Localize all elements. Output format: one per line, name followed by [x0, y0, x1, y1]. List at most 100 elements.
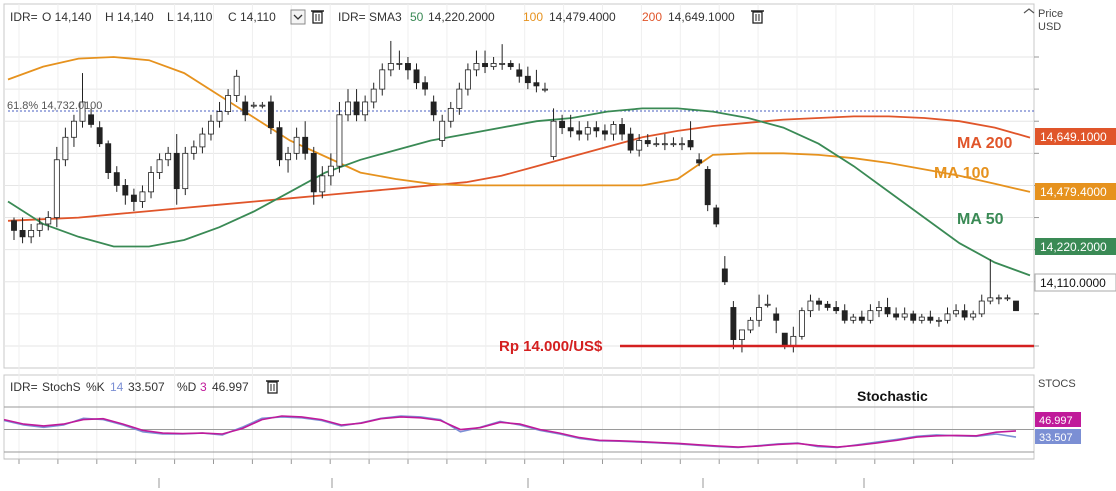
high-label: H 14,140	[105, 10, 154, 24]
stoch-d-line	[3, 415, 1017, 448]
candle-body	[910, 313, 917, 321]
close-price-tag-text: 14,110.0000	[1040, 276, 1106, 290]
candle-body	[208, 120, 214, 135]
candle-body	[464, 69, 471, 90]
candle-body	[173, 152, 180, 190]
candle-body	[276, 127, 283, 161]
candle-body	[790, 335, 797, 347]
fib-label: 61.8% 14,732.0100	[7, 100, 102, 112]
candle-body	[190, 146, 197, 154]
candle-body	[627, 133, 634, 151]
ma200-value: 14,649.1000	[668, 10, 735, 24]
stoch-symbol: IDR=	[10, 380, 38, 394]
candle-body	[379, 69, 386, 90]
candle-body	[336, 114, 343, 167]
ma100-value: 14,479.4000	[549, 10, 616, 24]
support-label: Rp 14.000/US$	[499, 338, 603, 355]
candle-body	[970, 313, 977, 318]
stoch-k-period: 14	[110, 380, 124, 394]
stoch-d-tag-text: 46.997	[1039, 415, 1073, 427]
candle-body	[302, 136, 309, 154]
candle-body	[405, 63, 411, 71]
candle-body	[747, 319, 754, 331]
candle-body	[242, 101, 249, 116]
candle-body	[781, 332, 788, 347]
ma50-tag-text: 14,220.2000	[1040, 240, 1107, 254]
candle-body	[961, 310, 968, 318]
candle-body	[721, 268, 728, 283]
candle-body	[413, 69, 420, 84]
candle-body	[422, 82, 429, 90]
forex-chart[interactable]: IDR= O 14,140 H 14,140 L 14,110 C 14,110…	[0, 0, 1116, 491]
stoch-k-label: %K	[86, 380, 105, 394]
candle-body	[644, 140, 651, 145]
ma50-value: 14,220.2000	[428, 10, 495, 24]
candle-body	[610, 124, 617, 135]
candle-body	[601, 130, 608, 135]
candle-body	[293, 136, 300, 154]
candle-body	[619, 124, 625, 135]
candle-body	[319, 175, 326, 193]
candle-body	[841, 310, 848, 321]
candle-body	[148, 172, 154, 193]
candle-body	[901, 313, 908, 318]
candle-body	[130, 194, 137, 202]
candle-body	[944, 313, 951, 321]
candle-body	[139, 191, 146, 202]
stoch-axis-title: STOCS	[1038, 378, 1076, 390]
trash-icon[interactable]	[311, 10, 324, 24]
candle-body	[45, 217, 52, 225]
candle-body	[182, 152, 189, 190]
candle-body	[739, 329, 745, 340]
candle-body	[773, 313, 780, 321]
candle-body	[653, 143, 660, 146]
candle-body	[396, 63, 403, 65]
ma200-tag-text: 14,649.1000	[1040, 130, 1107, 144]
candle-body	[456, 88, 463, 109]
candle-body	[19, 229, 26, 238]
candle-body	[935, 319, 942, 322]
candle-body	[661, 143, 668, 146]
candle-body	[267, 101, 274, 129]
candle-body	[362, 101, 369, 116]
candle-body	[858, 316, 865, 321]
price-layer	[7, 40, 1034, 353]
candle-body	[1004, 297, 1011, 300]
candle-body	[28, 229, 35, 238]
candle-body	[593, 127, 600, 132]
candle-body	[550, 120, 557, 157]
candle-body	[670, 143, 677, 146]
candle-body	[867, 310, 874, 321]
stoch-title: Stochastic	[857, 388, 928, 404]
candle-body	[88, 114, 95, 125]
candle-body	[824, 303, 831, 308]
candle-body	[713, 207, 720, 225]
price-tags: 14,649.1000 14,479.4000 14,220.2000 14,1…	[1034, 128, 1116, 444]
candle-body	[559, 120, 566, 129]
candle-body	[516, 69, 523, 77]
candle-body	[225, 95, 232, 112]
candle-body	[250, 104, 257, 107]
candle-body	[96, 127, 103, 145]
candle-body	[953, 310, 959, 315]
open-label: O 14,140	[42, 10, 92, 24]
candle-body	[62, 136, 69, 161]
candle-body	[71, 120, 77, 138]
stoch-d-label: %D	[177, 380, 197, 394]
trash-icon[interactable]	[266, 380, 279, 394]
ma100-period: 100	[523, 10, 543, 24]
candle-body	[233, 75, 240, 96]
trash-icon[interactable]	[751, 10, 764, 24]
candle-body	[978, 300, 985, 315]
candle-body	[636, 140, 643, 151]
candle-body	[756, 307, 763, 321]
candle-body	[995, 297, 1002, 300]
collapse-button[interactable]	[290, 9, 306, 25]
low-label: L 14,110	[167, 10, 213, 24]
price-axis-unit: USD	[1038, 21, 1061, 33]
collapse-chevron-icon[interactable]	[1023, 8, 1035, 14]
candle-body	[679, 143, 685, 146]
candle-body	[353, 101, 360, 116]
candle-body	[53, 159, 60, 218]
stoch-d-value: 46.997	[212, 380, 249, 394]
